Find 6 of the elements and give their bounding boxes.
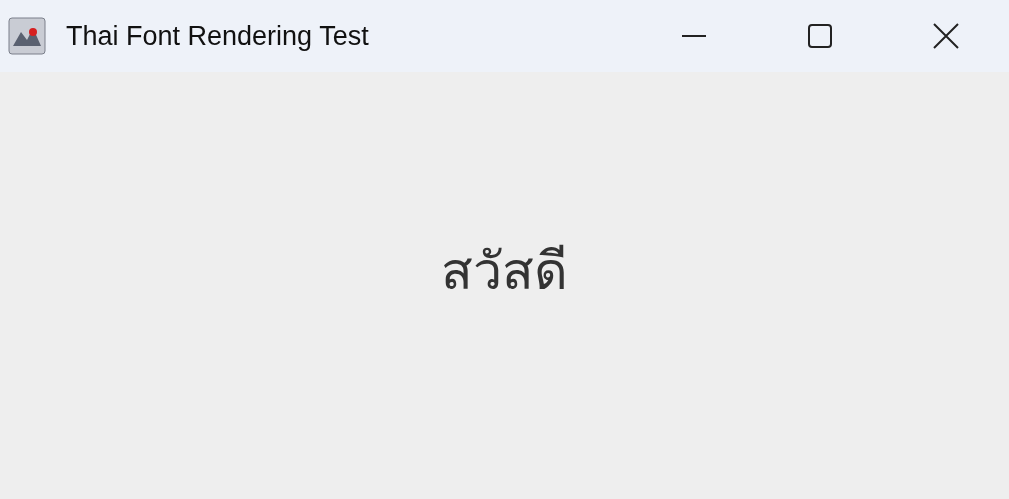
maximize-icon — [806, 22, 834, 50]
minimize-icon — [682, 35, 706, 37]
window-title: Thai Font Rendering Test — [66, 20, 369, 52]
app-icon — [7, 16, 47, 56]
greeting-text: สวัสดี — [441, 240, 568, 303]
close-icon — [932, 22, 960, 50]
